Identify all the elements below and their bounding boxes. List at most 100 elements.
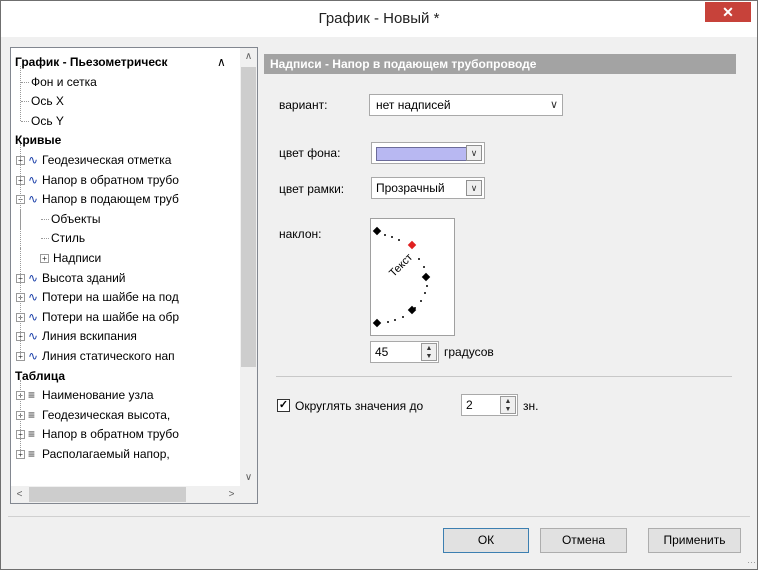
slant-selected-marker <box>407 240 417 250</box>
tree-item-label: Напор в подающем труб <box>42 192 179 207</box>
tree-item-label: Геодезическая высота, <box>42 407 171 422</box>
table-icon: ≡ <box>28 427 36 442</box>
tree-item[interactable]: Стиль <box>11 228 237 249</box>
tree-item[interactable]: − ∿ Напор в подающем труб <box>11 189 237 209</box>
tree-item-label: Потери на шайбе на под <box>42 290 179 305</box>
vertical-scroll-thumb[interactable] <box>241 67 256 367</box>
tree-item[interactable]: Фон и сетка <box>11 72 237 92</box>
tree-item-label: Линия статического нап <box>42 349 175 363</box>
tree-item[interactable]: Объекты <box>11 208 237 229</box>
slant-value: 45 <box>375 345 389 359</box>
slant-selector[interactable]: Текст <box>370 218 455 336</box>
chevron-down-icon[interactable]: ∨ <box>466 145 482 161</box>
tree-connector <box>21 120 29 122</box>
tree-item-label: Потери на шайбе на обр <box>42 309 180 324</box>
tree-item-label: Линия вскипания <box>42 329 137 344</box>
ok-button[interactable]: ОК <box>443 528 529 553</box>
tree-item[interactable]: + ∿ Линия статического нап <box>11 346 237 366</box>
horizontal-scroll-thumb[interactable] <box>29 487 186 502</box>
tree-item[interactable]: Кривые <box>11 130 237 150</box>
tree-item[interactable]: + ≡ Геодезическая высота, <box>11 405 237 425</box>
tree-item-label: Располагаемый напор, <box>42 447 170 461</box>
scroll-corner <box>240 486 257 503</box>
tree-item-label: Высота зданий <box>42 270 126 285</box>
scroll-left-arrow[interactable]: < <box>11 486 28 503</box>
tree-item[interactable]: ∧ График - Пьезометрическ <box>11 52 237 72</box>
variant-value: нет надписей <box>376 98 451 112</box>
tree-item-label: Кривые <box>15 133 62 148</box>
collapse-icon[interactable]: ∧ <box>217 52 226 72</box>
tree-item-label: Ось X <box>31 94 64 109</box>
scroll-right-arrow[interactable]: > <box>223 486 240 503</box>
spin-up-icon[interactable]: ▲ <box>501 398 515 406</box>
apply-button[interactable]: Применить <box>648 528 741 553</box>
slant-sample-text: Текст <box>387 251 415 279</box>
tree-item[interactable]: + ∿ Напор в обратном трубо <box>11 170 237 190</box>
curve-icon: ∿ <box>28 172 39 187</box>
tree-item[interactable]: + ∿ Геодезическая отметка <box>11 150 237 170</box>
tree-item[interactable]: + ≡ Располагаемый напор, <box>11 444 237 464</box>
tree-item[interactable]: + ∿ Потери на шайбе на под <box>11 287 237 307</box>
curve-icon: ∿ <box>28 270 39 285</box>
tree-item[interactable]: + ∿ Линия вскипания <box>11 326 237 346</box>
slant-label: наклон: <box>279 227 322 241</box>
round-value: 2 <box>466 398 473 412</box>
chevron-down-icon: ∨ <box>549 99 558 111</box>
tree-connector <box>21 81 29 83</box>
round-spinner[interactable]: 2 ▲ ▼ <box>461 394 518 416</box>
curve-icon: ∿ <box>28 309 39 324</box>
tree-item[interactable]: + Надписи <box>11 248 237 268</box>
tree-item[interactable]: + ≡ Напор в обратном трубо <box>11 424 237 444</box>
round-checkbox[interactable]: ✓ <box>277 399 290 412</box>
spin-down-icon[interactable]: ▼ <box>501 406 515 414</box>
bg-color-swatch <box>376 147 470 161</box>
border-color-label: цвет рамки: <box>279 182 345 196</box>
table-icon: ≡ <box>28 407 36 422</box>
tree-item-label: Напор в обратном трубо <box>42 172 179 187</box>
slant-spin-buttons[interactable]: ▲ ▼ <box>421 343 437 361</box>
tree-item-label: Стиль <box>51 231 86 246</box>
expand-icon[interactable]: + <box>40 254 49 263</box>
slant-spinner[interactable]: 45 ▲ ▼ <box>370 341 439 363</box>
close-button[interactable]: ✕ <box>705 2 751 22</box>
title-bar[interactable]: График - Новый * ✕ <box>1 1 757 37</box>
tree-connector <box>21 101 29 103</box>
slant-markers <box>372 226 431 328</box>
border-color-value: Прозрачный <box>376 181 445 195</box>
tree-item[interactable]: Ось X <box>11 91 237 111</box>
round-spin-buttons[interactable]: ▲ ▼ <box>500 396 516 414</box>
tree-item-label: Фон и сетка <box>31 74 97 89</box>
tree-item[interactable]: Ось Y <box>11 111 237 131</box>
border-color-select[interactable]: Прозрачный ∨ <box>371 177 485 199</box>
scroll-up-arrow[interactable]: ∧ <box>240 48 257 65</box>
round-unit: зн. <box>523 399 539 413</box>
tree-item[interactable]: + ∿ Высота зданий <box>11 268 237 288</box>
tree-item-label: Наименование узла <box>42 388 154 403</box>
curve-icon: ∿ <box>28 290 39 305</box>
tree-horizontal-scrollbar[interactable]: < > <box>11 486 240 503</box>
panel-header: Надписи - Напор в подающем трубопроводе <box>264 54 736 74</box>
tree-item-label: Геодезическая отметка <box>42 153 172 167</box>
variant-select[interactable]: нет надписей ∨ <box>369 94 563 116</box>
tree-item[interactable]: + ∿ Потери на шайбе на обр <box>11 307 237 327</box>
curve-icon: ∿ <box>28 349 39 363</box>
table-icon: ≡ <box>28 388 36 403</box>
footer-separator <box>8 516 750 517</box>
chevron-down-icon[interactable]: ∨ <box>466 180 482 196</box>
tree-connector <box>20 144 21 356</box>
resize-grip-icon[interactable]: ⋯ <box>747 557 756 568</box>
table-icon: ≡ <box>28 447 36 461</box>
tree-item-label: Объекты <box>51 211 101 226</box>
cancel-button[interactable]: Отмена <box>540 528 627 553</box>
spin-up-icon[interactable]: ▲ <box>422 345 436 353</box>
tree-item[interactable]: Таблица <box>11 366 237 386</box>
spin-down-icon[interactable]: ▼ <box>422 353 436 361</box>
tree-vertical-scrollbar[interactable]: ∧ ∨ <box>240 48 257 486</box>
tree-item-label: Таблица <box>15 368 66 383</box>
tree-item[interactable]: + ≡ Наименование узла <box>11 385 237 405</box>
scroll-down-arrow[interactable]: ∨ <box>240 469 257 486</box>
bg-color-picker[interactable]: ∨ <box>371 142 485 164</box>
curve-icon: ∿ <box>28 153 39 167</box>
tree-item-label: Ось Y <box>31 113 64 128</box>
tree-item-label: Напор в обратном трубо <box>42 427 179 442</box>
